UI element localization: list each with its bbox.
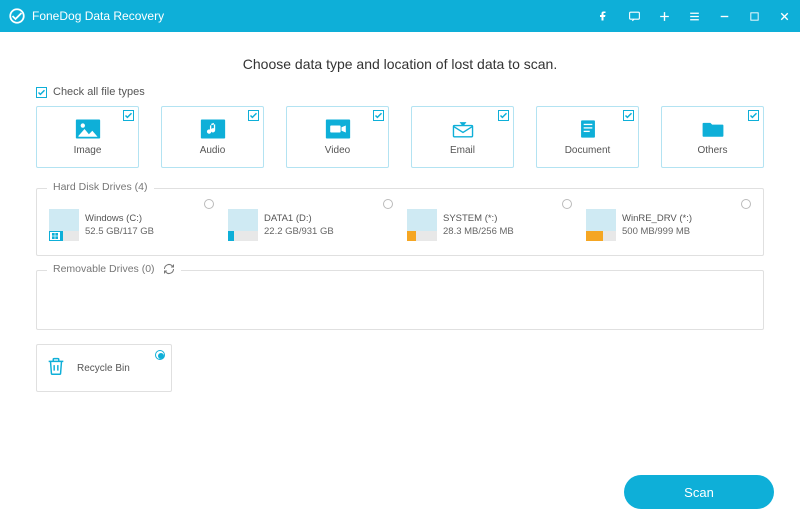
app-logo-icon (8, 7, 26, 25)
document-icon (575, 118, 601, 140)
refresh-icon[interactable] (163, 263, 175, 275)
audio-icon (200, 118, 226, 140)
checkbox-icon (123, 110, 134, 121)
drive-size: 22.2 GB/931 GB (264, 225, 334, 238)
facebook-icon[interactable] (596, 8, 612, 24)
recycle-bin-option[interactable]: Recycle Bin (36, 344, 172, 392)
maximize-icon[interactable] (746, 8, 762, 24)
drive-item[interactable]: WinRE_DRV (*:)500 MB/999 MB (586, 201, 751, 241)
type-card-image[interactable]: Image (36, 106, 139, 168)
radio-icon (562, 199, 572, 209)
drive-icon (407, 209, 437, 241)
checkbox-icon (498, 110, 509, 121)
hdd-section-title: Hard Disk Drives (4) (47, 181, 154, 193)
checkbox-icon (748, 110, 759, 121)
type-label: Audio (200, 145, 226, 156)
drive-size: 28.3 MB/256 MB (443, 225, 514, 238)
minimize-icon[interactable] (716, 8, 732, 24)
app-title: FoneDog Data Recovery (32, 9, 596, 23)
others-icon (700, 118, 726, 140)
checkbox-icon (248, 110, 259, 121)
page-heading: Choose data type and location of lost da… (36, 56, 764, 72)
type-label: Image (74, 145, 102, 156)
type-card-others[interactable]: Others (661, 106, 764, 168)
radio-icon (204, 199, 214, 209)
drive-item[interactable]: SYSTEM (*:)28.3 MB/256 MB (407, 201, 572, 241)
video-icon (325, 118, 351, 140)
type-label: Email (450, 145, 475, 156)
removable-section-title: Removable Drives (0) (53, 263, 155, 275)
radio-icon (383, 199, 393, 209)
email-icon (450, 118, 476, 140)
drive-name: SYSTEM (*:) (443, 212, 514, 225)
checkbox-icon (623, 110, 634, 121)
type-card-document[interactable]: Document (536, 106, 639, 168)
recycle-bin-label: Recycle Bin (77, 363, 130, 374)
check-all-file-types[interactable]: Check all file types (36, 86, 764, 98)
radio-selected-icon (155, 350, 165, 360)
image-icon (75, 118, 101, 140)
drive-icon (586, 209, 616, 241)
drive-name: DATA1 (D:) (264, 212, 334, 225)
type-label: Video (325, 145, 350, 156)
plus-icon[interactable] (656, 8, 672, 24)
drive-item[interactable]: Windows (C:)52.5 GB/117 GB (49, 201, 214, 241)
drive-icon (228, 209, 258, 241)
trash-icon (45, 355, 67, 382)
titlebar: FoneDog Data Recovery (0, 0, 800, 32)
drive-size: 500 MB/999 MB (622, 225, 692, 238)
drive-name: WinRE_DRV (*:) (622, 212, 692, 225)
type-card-video[interactable]: Video (286, 106, 389, 168)
drive-name: Windows (C:) (85, 212, 154, 225)
drive-item[interactable]: DATA1 (D:)22.2 GB/931 GB (228, 201, 393, 241)
checkbox-icon (373, 110, 384, 121)
scan-button[interactable]: Scan (624, 475, 774, 509)
close-icon[interactable] (776, 8, 792, 24)
removable-section: Removable Drives (0) (36, 270, 764, 330)
type-label: Document (565, 145, 611, 156)
hard-disk-section: Hard Disk Drives (4) Windows (C:)52.5 GB… (36, 188, 764, 256)
drive-icon (49, 209, 79, 241)
drive-size: 52.5 GB/117 GB (85, 225, 154, 238)
menu-icon[interactable] (686, 8, 702, 24)
checkbox-icon (36, 87, 47, 98)
radio-icon (741, 199, 751, 209)
type-card-audio[interactable]: Audio (161, 106, 264, 168)
scan-button-label: Scan (684, 485, 714, 500)
type-label: Others (697, 145, 727, 156)
check-all-label: Check all file types (53, 86, 145, 98)
type-card-email[interactable]: Email (411, 106, 514, 168)
feedback-icon[interactable] (626, 8, 642, 24)
